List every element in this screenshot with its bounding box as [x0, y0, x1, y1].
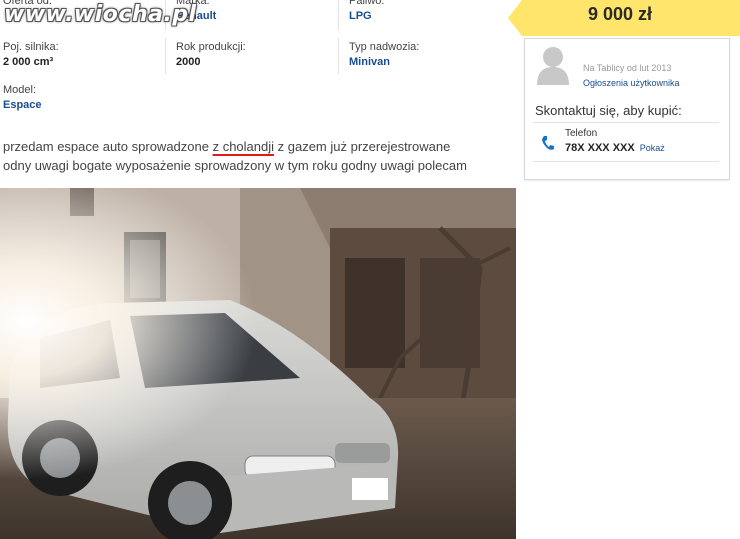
underlined-phrase: z cholandji: [212, 139, 275, 154]
price-value: 9 000 zł: [588, 4, 653, 24]
member-since: Na Tablicy od lut 2013: [583, 63, 672, 73]
divider: [533, 161, 719, 162]
divider: [165, 38, 166, 74]
param-fuel-value[interactable]: LPG: [349, 8, 384, 24]
param-year-label: Rok produkcji:: [176, 41, 246, 53]
divider: [533, 122, 719, 123]
param-model: Model: Espace: [3, 83, 42, 113]
phone-number-text: 78X XXX XXX: [565, 142, 635, 154]
description-text: z gazem już przerejestrowane: [274, 139, 451, 154]
param-body-value[interactable]: Minivan: [349, 54, 419, 70]
param-fuel: Paliwo: LPG: [349, 0, 384, 24]
param-model-label: Model:: [3, 84, 37, 96]
car-photo-image: [0, 188, 516, 539]
param-fuel-label: Paliwo:: [349, 0, 385, 7]
phone-number: 78X XXX XXX Pokaż: [565, 142, 665, 154]
description-line-1: przedam espace auto sprowadzone z cholan…: [3, 137, 513, 156]
param-year: Rok produkcji: 2000: [176, 40, 246, 70]
show-phone-link[interactable]: Pokaż: [640, 143, 665, 153]
param-engine-label: Poj. silnika:: [3, 41, 59, 53]
watermark: www.wiocha.pl: [4, 2, 197, 27]
param-body: Typ nadwozia: Minivan: [349, 40, 419, 70]
phone-label: Telefon: [565, 128, 598, 139]
param-year-value: 2000: [176, 56, 201, 68]
user-ads-link[interactable]: Ogłoszenia użytkownika: [583, 78, 680, 88]
divider: [338, 38, 339, 74]
avatar-placeholder-icon: [537, 47, 569, 85]
contact-prompt: Skontaktuj się, aby kupić:: [535, 103, 682, 118]
phone-icon: [542, 136, 554, 150]
param-engine: Poj. silnika: 2 000 cm³: [3, 40, 59, 70]
param-model-value[interactable]: Espace: [3, 97, 42, 113]
car-photo[interactable]: [0, 188, 516, 539]
param-body-label: Typ nadwozia:: [349, 41, 420, 53]
description-line-2: odny uwagi bogate wyposażenie sprowadzon…: [3, 158, 467, 173]
seller-box: Na Tablicy od lut 2013 Ogłoszenia użytko…: [524, 38, 730, 180]
param-engine-value: 2 000 cm³: [3, 56, 54, 68]
ad-description: przedam espace auto sprowadzone z cholan…: [3, 137, 513, 175]
description-text: przedam espace auto sprowadzone: [3, 139, 213, 154]
divider: [338, 0, 339, 30]
